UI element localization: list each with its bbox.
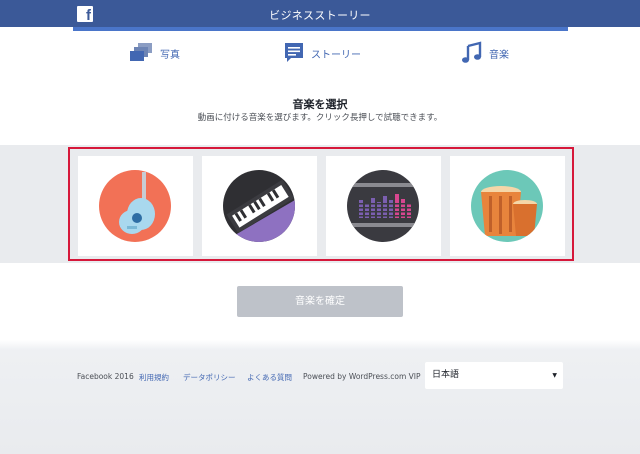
footer-copyright: Facebook 2016 <box>77 372 134 381</box>
footer-powered-by: Powered by WordPress.com VIP <box>303 372 421 381</box>
footer-link-faq[interactable]: よくある質問 <box>247 372 292 383</box>
tab-photos[interactable]: 写真 <box>128 40 180 66</box>
music-options-selection <box>68 147 574 261</box>
active-section-underline <box>73 27 568 31</box>
music-picker-title: 音楽を選択 <box>292 98 348 111</box>
equalizer-icon <box>347 170 419 242</box>
photos-icon <box>130 43 152 61</box>
music-option-equalizer[interactable] <box>326 156 441 256</box>
tab-stories[interactable]: ストーリー <box>283 40 361 66</box>
keyboard-icon <box>223 170 295 242</box>
language-select-value: 日本語 <box>432 370 460 380</box>
tab-photos-label: 写真 <box>160 49 180 61</box>
drums-icon <box>471 170 543 242</box>
confirm-music-button[interactable]: 音楽を確定 <box>237 286 403 317</box>
guitar-icon <box>99 170 171 242</box>
music-note-icon <box>462 41 482 63</box>
tab-music[interactable]: 音楽 <box>461 40 509 66</box>
footer <box>0 340 640 454</box>
music-option-keyboard[interactable] <box>202 156 317 256</box>
footer-link-terms[interactable]: 利用規約 <box>139 372 169 383</box>
music-picker-subtitle: 動画に付ける音楽を選びます。クリック長押しで試聴できます。 <box>197 113 443 123</box>
chevron-down-icon: ▼ <box>552 372 557 379</box>
page-title: ビジネスストーリー <box>269 9 371 22</box>
story-icon <box>285 43 303 62</box>
music-option-guitar[interactable] <box>78 156 193 256</box>
footer-link-data-policy[interactable]: データポリシー <box>183 372 236 383</box>
top-bar: f ビジネスストーリー <box>0 0 640 27</box>
tab-music-label: 音楽 <box>489 49 509 61</box>
music-option-drums[interactable] <box>450 156 565 256</box>
tab-stories-label: ストーリー <box>311 49 361 61</box>
language-select[interactable]: 日本語 ▼ <box>425 362 563 389</box>
